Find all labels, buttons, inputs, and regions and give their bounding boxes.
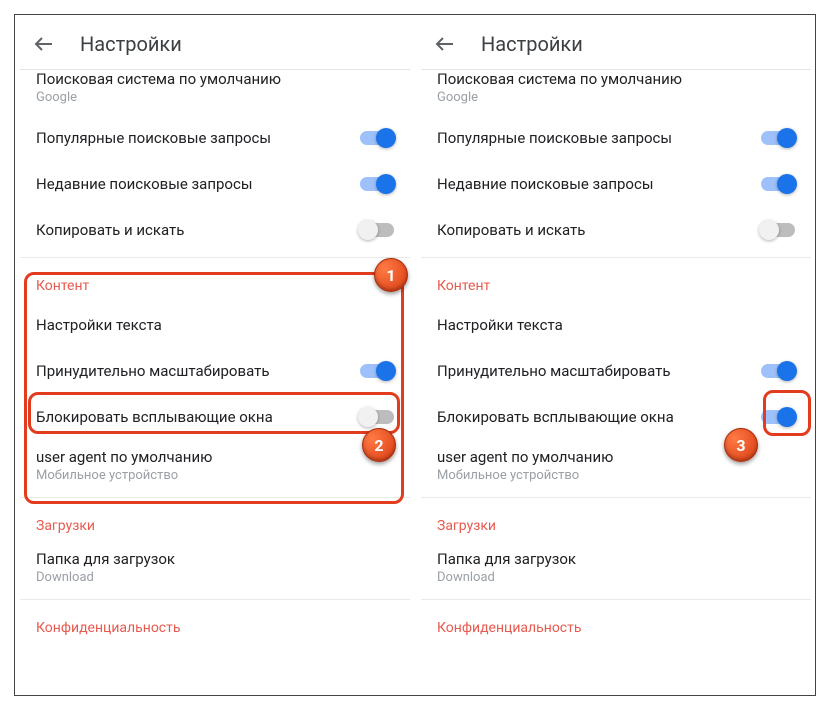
divider: [421, 497, 811, 498]
copy-toggle[interactable]: [761, 223, 795, 237]
text-settings-label: Настройки текста: [437, 316, 563, 334]
row-recent-queries[interactable]: Недавние поисковые запросы: [20, 161, 410, 207]
popular-label: Популярные поисковые запросы: [437, 129, 672, 147]
row-popular-queries[interactable]: Популярные поисковые запросы: [20, 115, 410, 161]
divider: [421, 257, 811, 258]
search-engine-value: Google: [437, 90, 478, 105]
row-copy-search[interactable]: Копировать и искать: [20, 207, 410, 253]
search-engine-value: Google: [36, 90, 77, 105]
block-popups-label: Блокировать всплывающие окна: [36, 408, 273, 426]
block-popups-label: Блокировать всплывающие окна: [437, 408, 674, 426]
divider: [421, 599, 811, 600]
copy-label: Копировать и искать: [437, 221, 585, 239]
user-agent-label: user agent по умолчанию: [437, 448, 613, 466]
row-text-settings[interactable]: Настройки текста: [20, 302, 410, 348]
page-title: Настройки: [481, 32, 583, 56]
popular-toggle[interactable]: [761, 131, 795, 145]
section-content: Контент: [20, 262, 410, 302]
popular-toggle[interactable]: [360, 131, 394, 145]
section-privacy: Конфиденциальность: [421, 604, 811, 644]
force-zoom-toggle[interactable]: [761, 364, 795, 378]
row-user-agent[interactable]: user agent по умолчанию Мобильное устрой…: [421, 440, 811, 493]
recent-toggle[interactable]: [761, 177, 795, 191]
back-arrow-icon[interactable]: [433, 32, 457, 56]
popular-label: Популярные поисковые запросы: [36, 129, 271, 147]
downloads-folder-label: Папка для загрузок: [36, 550, 175, 568]
back-arrow-icon[interactable]: [32, 32, 56, 56]
divider: [20, 599, 410, 600]
block-popups-toggle[interactable]: [761, 410, 795, 424]
copy-label: Копировать и искать: [36, 221, 184, 239]
section-downloads: Загрузки: [421, 502, 811, 542]
force-zoom-label: Принудительно масштабировать: [437, 362, 670, 380]
row-user-agent[interactable]: user agent по умолчанию Мобильное устрой…: [20, 440, 410, 493]
search-engine-label: Поисковая система по умолчанию: [437, 70, 682, 88]
recent-label: Недавние поисковые запросы: [36, 175, 252, 193]
divider: [20, 257, 410, 258]
divider: [20, 497, 410, 498]
block-popups-toggle[interactable]: [360, 410, 394, 424]
force-zoom-label: Принудительно масштабировать: [36, 362, 269, 380]
user-agent-sub: Мобильное устройство: [437, 468, 579, 483]
downloads-folder-sub: Download: [437, 570, 495, 585]
row-copy-search[interactable]: Копировать и искать: [421, 207, 811, 253]
page-title: Настройки: [80, 32, 182, 56]
downloads-folder-sub: Download: [36, 570, 94, 585]
text-settings-label: Настройки текста: [36, 316, 162, 334]
recent-toggle[interactable]: [360, 177, 394, 191]
app-header: Настройки: [20, 18, 410, 70]
downloads-folder-label: Папка для загрузок: [437, 550, 576, 568]
row-downloads-folder[interactable]: Папка для загрузок Download: [20, 542, 410, 595]
row-search-engine[interactable]: Поисковая система по умолчанию Google: [421, 70, 811, 115]
section-content: Контент: [421, 262, 811, 302]
row-force-zoom[interactable]: Принудительно масштабировать: [20, 348, 410, 394]
row-downloads-folder[interactable]: Папка для загрузок Download: [421, 542, 811, 595]
row-popular-queries[interactable]: Популярные поисковые запросы: [421, 115, 811, 161]
row-force-zoom[interactable]: Принудительно масштабировать: [421, 348, 811, 394]
row-search-engine[interactable]: Поисковая система по умолчанию Google: [20, 70, 410, 115]
screen-left: Настройки Поисковая система по умолчанию…: [20, 18, 410, 688]
section-privacy: Конфиденциальность: [20, 604, 410, 644]
row-text-settings[interactable]: Настройки текста: [421, 302, 811, 348]
force-zoom-toggle[interactable]: [360, 364, 394, 378]
search-engine-label: Поисковая система по умолчанию: [36, 70, 281, 88]
row-block-popups[interactable]: Блокировать всплывающие окна: [20, 394, 410, 440]
row-block-popups[interactable]: Блокировать всплывающие окна: [421, 394, 811, 440]
recent-label: Недавние поисковые запросы: [437, 175, 653, 193]
copy-toggle[interactable]: [360, 223, 394, 237]
row-recent-queries[interactable]: Недавние поисковые запросы: [421, 161, 811, 207]
app-header: Настройки: [421, 18, 811, 70]
screen-right: Настройки Поисковая система по умолчанию…: [421, 18, 811, 688]
user-agent-label: user agent по умолчанию: [36, 448, 212, 466]
user-agent-sub: Мобильное устройство: [36, 468, 178, 483]
section-downloads: Загрузки: [20, 502, 410, 542]
